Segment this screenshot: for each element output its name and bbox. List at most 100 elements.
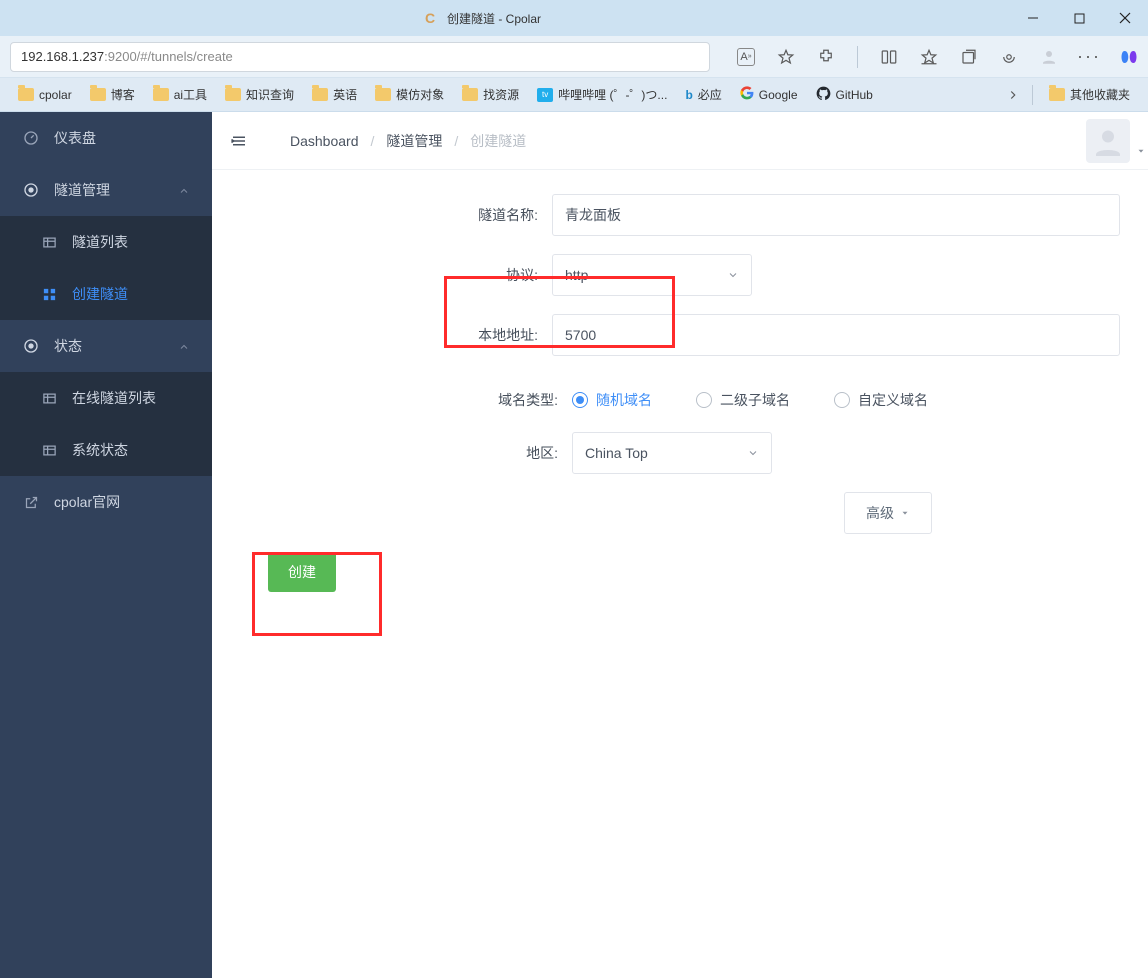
- sidebar: 仪表盘 隧道管理 隧道列表 创建隧道 状态 在线隧道列表: [0, 112, 212, 978]
- domain-type-sub-radio[interactable]: 二级子域名: [696, 390, 790, 410]
- create-tunnel-form: 隧道名称: 协议: http 本地地址: 域名类型: 随机域名 二: [212, 170, 1148, 616]
- window-minimize-button[interactable]: [1010, 0, 1056, 36]
- region-select[interactable]: China Top: [572, 432, 772, 474]
- bookmark-link[interactable]: tv哔哩哔哩 (゜-゜)つ...: [531, 83, 673, 106]
- github-icon: [816, 86, 831, 104]
- bookmark-link[interactable]: Google: [734, 83, 804, 106]
- table-icon: [40, 441, 58, 459]
- separator: [1032, 85, 1033, 105]
- region-label: 地区:: [232, 443, 572, 463]
- sidebar-item-dashboard[interactable]: 仪表盘: [0, 112, 212, 164]
- bilibili-icon: tv: [537, 88, 553, 102]
- protocol-select[interactable]: http: [552, 254, 752, 296]
- site-favicon: C: [425, 10, 441, 26]
- bookmark-folder[interactable]: 英语: [306, 83, 363, 106]
- content-topbar: Dashboard / 隧道管理 / 创建隧道: [212, 112, 1148, 170]
- bookmark-link[interactable]: b必应: [679, 83, 727, 106]
- chevron-up-icon: [178, 184, 190, 196]
- chevron-up-icon: [178, 340, 190, 352]
- collections-icon[interactable]: [960, 48, 978, 66]
- sidebar-item-tunnel-create[interactable]: 创建隧道: [0, 268, 212, 320]
- sidebar-item-status[interactable]: 状态: [0, 320, 212, 372]
- caret-down-icon: [1136, 143, 1146, 159]
- table-icon: [40, 389, 58, 407]
- target-icon: [22, 337, 40, 355]
- bookmark-folder[interactable]: 博客: [84, 83, 141, 106]
- window-close-button[interactable]: [1102, 0, 1148, 36]
- folder-icon: [225, 88, 241, 101]
- folder-icon: [375, 88, 391, 101]
- protocol-value: http: [565, 267, 588, 283]
- folder-icon: [312, 88, 328, 101]
- window-title: 创建隧道 - Cpolar: [447, 10, 541, 27]
- breadcrumb-separator: /: [454, 133, 458, 149]
- url-path: :9200/#/tunnels/create: [104, 49, 233, 64]
- region-value: China Top: [585, 445, 648, 461]
- chevron-down-icon: [747, 447, 759, 459]
- sidebar-label: 隧道列表: [72, 232, 128, 252]
- bookmarks-overflow-icon[interactable]: [1004, 86, 1022, 104]
- domain-type-label: 域名类型:: [232, 390, 572, 410]
- sidebar-label: cpolar官网: [54, 492, 120, 512]
- tunnel-name-input[interactable]: [552, 194, 1120, 236]
- folder-icon: [1049, 88, 1065, 101]
- folder-icon: [153, 88, 169, 101]
- profile-icon[interactable]: [1040, 48, 1058, 66]
- sidebar-label: 系统状态: [72, 440, 128, 460]
- performance-icon[interactable]: [1000, 48, 1018, 66]
- bookmark-link[interactable]: GitHub: [810, 83, 879, 107]
- window-titlebar: C 创建隧道 - Cpolar: [0, 0, 1148, 36]
- breadcrumb-item[interactable]: 隧道管理: [386, 131, 442, 151]
- protocol-label: 协议:: [232, 265, 552, 285]
- sidebar-item-sys-status[interactable]: 系统状态: [0, 424, 212, 476]
- bing-icon: b: [685, 88, 692, 102]
- menu-toggle-icon[interactable]: [230, 132, 248, 150]
- local-addr-input[interactable]: [552, 314, 1120, 356]
- sidebar-label: 在线隧道列表: [72, 388, 156, 408]
- bookmarks-bar: cpolar 博客 ai工具 知识查询 英语 模仿对象 找资源 tv哔哩哔哩 (…: [0, 78, 1148, 112]
- folder-icon: [90, 88, 106, 101]
- chevron-down-icon: [727, 269, 739, 281]
- folder-icon: [18, 88, 34, 101]
- sidebar-label: 创建隧道: [72, 284, 128, 304]
- sidebar-item-tunnel-list[interactable]: 隧道列表: [0, 216, 212, 268]
- gauge-icon: [22, 129, 40, 147]
- sidebar-label: 状态: [54, 336, 82, 356]
- breadcrumb-item[interactable]: Dashboard: [290, 133, 359, 149]
- external-link-icon: [22, 493, 40, 511]
- url-host: 192.168.1.237: [21, 49, 104, 64]
- sidebar-item-online-tunnels[interactable]: 在线隧道列表: [0, 372, 212, 424]
- separator: [857, 46, 858, 68]
- bookmark-folder[interactable]: 找资源: [456, 83, 525, 106]
- favorites-icon[interactable]: [920, 48, 938, 66]
- folder-icon: [462, 88, 478, 101]
- target-icon: [22, 181, 40, 199]
- sidebar-item-official[interactable]: cpolar官网: [0, 476, 212, 528]
- bookmark-folder[interactable]: 知识查询: [219, 83, 300, 106]
- bookmark-folder[interactable]: cpolar: [12, 85, 78, 105]
- bookmark-folder[interactable]: 模仿对象: [369, 83, 450, 106]
- bookmark-folder[interactable]: ai工具: [147, 83, 213, 106]
- domain-type-custom-radio[interactable]: 自定义域名: [834, 390, 928, 410]
- table-icon: [40, 233, 58, 251]
- create-button[interactable]: 创建: [268, 552, 336, 592]
- sidebar-item-tunnel-mgmt[interactable]: 隧道管理: [0, 164, 212, 216]
- breadcrumb-separator: /: [371, 133, 375, 149]
- caret-down-icon: [900, 508, 910, 518]
- more-icon[interactable]: ···: [1080, 48, 1098, 66]
- user-avatar[interactable]: [1086, 119, 1130, 163]
- google-icon: [740, 86, 754, 103]
- breadcrumb-current: 创建隧道: [470, 131, 526, 151]
- copilot-icon[interactable]: [1120, 48, 1138, 66]
- window-maximize-button[interactable]: [1056, 0, 1102, 36]
- split-screen-icon[interactable]: [880, 48, 898, 66]
- read-aloud-icon[interactable]: A»: [737, 48, 755, 66]
- extensions-icon[interactable]: [817, 48, 835, 66]
- advanced-button[interactable]: 高级: [844, 492, 932, 534]
- bookmark-other-folder[interactable]: 其他收藏夹: [1043, 83, 1136, 106]
- domain-type-random-radio[interactable]: 随机域名: [572, 390, 652, 410]
- local-addr-label: 本地地址:: [232, 325, 552, 345]
- url-input[interactable]: 192.168.1.237:9200/#/tunnels/create: [10, 42, 710, 72]
- sidebar-label: 仪表盘: [54, 128, 96, 148]
- favorite-icon[interactable]: [777, 48, 795, 66]
